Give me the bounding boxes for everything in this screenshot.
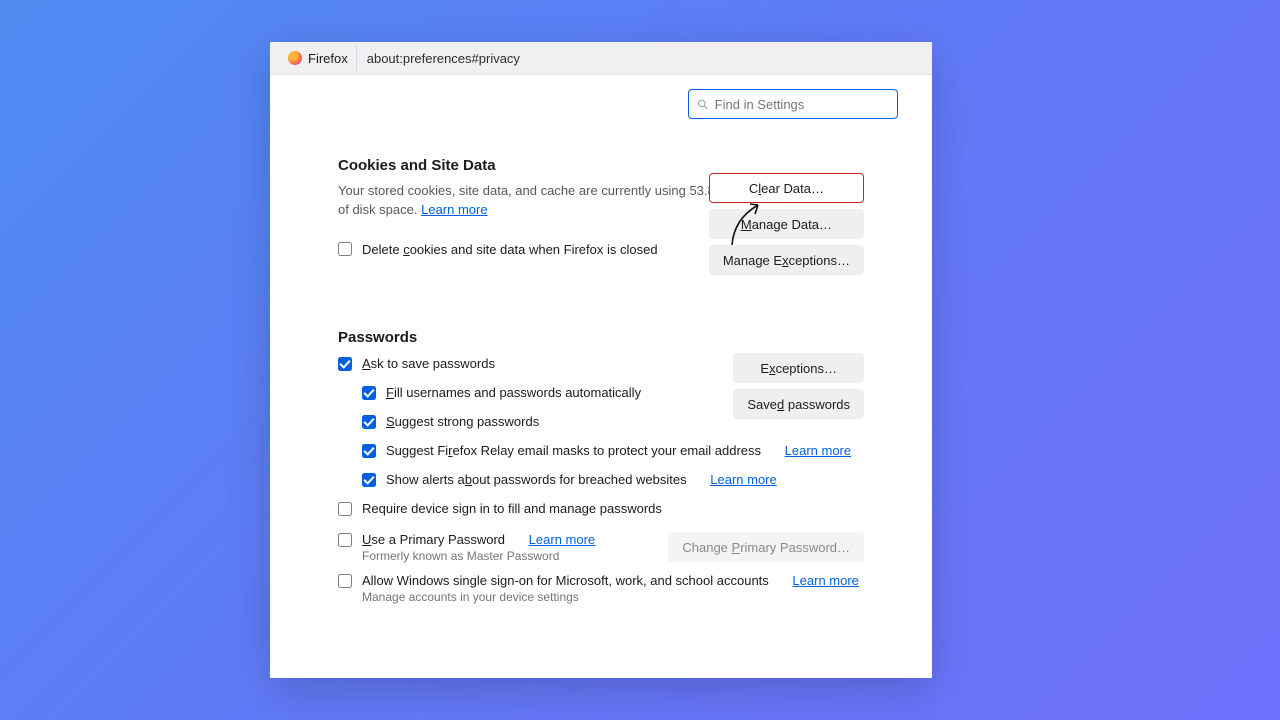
ask-save-label: Ask to save passwords xyxy=(362,356,495,371)
passwords-heading: Passwords xyxy=(338,329,864,346)
settings-window: Firefox about:preferences#privacy Cookie… xyxy=(270,42,932,678)
title-bar: Firefox about:preferences#privacy xyxy=(270,42,932,75)
search-input-wrap[interactable] xyxy=(688,89,898,119)
windows-sso-label: Allow Windows single sign-on for Microso… xyxy=(362,573,769,588)
saved-passwords-button[interactable]: Saved passwords xyxy=(733,389,864,419)
device-signin-checkbox[interactable] xyxy=(338,502,352,516)
device-signin-label: Require device sign in to fill and manag… xyxy=(362,501,662,516)
primary-password-label: Use a Primary Password xyxy=(362,532,505,547)
primary-learn-more-link[interactable]: Learn more xyxy=(529,532,595,547)
cookies-heading: Cookies and Site Data xyxy=(338,157,864,174)
relay-checkbox[interactable] xyxy=(362,444,376,458)
clear-data-button[interactable]: Clear Data… xyxy=(709,173,864,203)
search-input[interactable] xyxy=(713,96,889,113)
desktop-background: Firefox about:preferences#privacy Cookie… xyxy=(0,0,1280,720)
content-area: Cookies and Site Data Your stored cookie… xyxy=(270,75,932,624)
suggest-strong-checkbox[interactable] xyxy=(362,415,376,429)
delete-on-close-checkbox[interactable] xyxy=(338,242,352,256)
change-primary-password-button: Change Primary Password… xyxy=(668,532,864,562)
delete-on-close-label: Delete cookies and site data when Firefo… xyxy=(362,242,658,257)
manage-data-button[interactable]: Manage Data… xyxy=(709,209,864,239)
sso-learn-more-link[interactable]: Learn more xyxy=(792,573,858,588)
passwords-exceptions-button[interactable]: Exceptions… xyxy=(733,353,864,383)
ask-save-checkbox[interactable] xyxy=(338,357,352,371)
relay-label: Suggest Firefox Relay email masks to pro… xyxy=(386,443,761,458)
relay-learn-more-link[interactable]: Learn more xyxy=(785,443,851,458)
cookies-learn-more-link[interactable]: Learn more xyxy=(421,202,487,217)
breach-alerts-label: Show alerts about passwords for breached… xyxy=(386,472,687,487)
address-bar-text[interactable]: about:preferences#privacy xyxy=(357,51,530,66)
primary-password-checkbox[interactable] xyxy=(338,533,352,547)
breach-learn-more-link[interactable]: Learn more xyxy=(710,472,776,487)
suggest-strong-label: Suggest strong passwords xyxy=(386,414,539,429)
app-name: Firefox xyxy=(308,51,348,66)
manage-exceptions-button[interactable]: Manage Exceptions… xyxy=(709,245,864,275)
sso-subtext: Manage accounts in your device settings xyxy=(362,590,864,604)
windows-sso-checkbox[interactable] xyxy=(338,574,352,588)
breach-alerts-checkbox[interactable] xyxy=(362,473,376,487)
cookies-description: Your stored cookies, site data, and cach… xyxy=(338,182,738,220)
search-icon xyxy=(697,98,709,111)
fill-auto-checkbox[interactable] xyxy=(362,386,376,400)
window-tab[interactable]: Firefox xyxy=(280,45,357,71)
fill-auto-label: Fill usernames and passwords automatical… xyxy=(386,385,641,400)
cookies-desc-text: Your stored cookies, site data, and cach… xyxy=(338,183,738,217)
firefox-icon xyxy=(288,51,302,65)
